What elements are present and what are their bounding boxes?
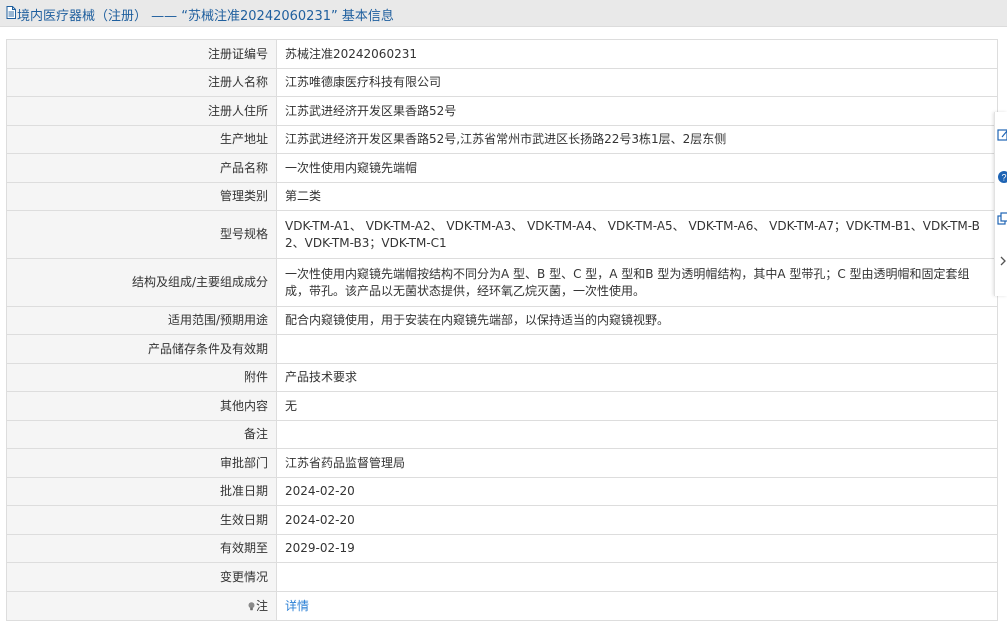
table-row: 产品储存条件及有效期	[6, 334, 998, 364]
table-row: 有效期至 2029-02-19	[6, 534, 998, 563]
svg-text:?: ?	[1001, 173, 1006, 183]
row-label-changes: 变更情况	[6, 562, 277, 592]
row-value-model-spec: VDK-TM-A1、 VDK-TM-A2、 VDK-TM-A3、 VDK-TM-…	[276, 210, 998, 259]
row-label-other-content: 其他内容	[6, 391, 277, 421]
details-link[interactable]: 详情	[285, 599, 309, 613]
help-icon[interactable]: ?	[997, 170, 1007, 184]
row-value-attachment: 产品技术要求	[276, 363, 998, 392]
row-label-note: 注	[6, 591, 277, 621]
row-label-approval-date: 批准日期	[6, 477, 277, 506]
chevron-right-icon[interactable]	[997, 254, 1007, 268]
row-label-valid-until: 有效期至	[6, 534, 277, 563]
table-row: 结构及组成/主要组成成分 一次性使用内窥镜先端帽按结构不同分为A 型、B 型、C…	[6, 258, 998, 307]
row-label-registration-number: 注册证编号	[6, 39, 277, 69]
document-icon	[6, 6, 16, 19]
row-value-remarks	[276, 420, 998, 449]
table-row: 审批部门 江苏省药品监督管理局	[6, 448, 998, 478]
table-row: 适用范围/预期用途 配合内窥镜使用，用于安装在内窥镜先端部，以保持适当的内窥镜视…	[6, 306, 998, 335]
note-label: 注	[255, 598, 268, 613]
row-label-effective-date: 生效日期	[6, 505, 277, 535]
row-value-structure-composition: 一次性使用内窥镜先端帽按结构不同分为A 型、B 型、C 型，A 型和B 型为透明…	[276, 258, 998, 307]
row-label-attachment: 附件	[6, 363, 277, 392]
table-row: 变更情况	[6, 562, 998, 592]
table-row: 管理类别 第二类	[6, 182, 998, 211]
table-row: 注册人名称 江苏唯德康医疗科技有限公司	[6, 68, 998, 97]
page-header: 境内医疗器械（注册） —— “苏械注准20242060231” 基本信息	[0, 0, 1007, 27]
row-value-approval-department: 江苏省药品监督管理局	[276, 448, 998, 478]
row-value-changes	[276, 562, 998, 592]
row-value-approval-date: 2024-02-20	[276, 477, 998, 506]
table-row: 附件 产品技术要求	[6, 363, 998, 392]
lightbulb-icon	[248, 601, 255, 610]
table-row: 其他内容 无	[6, 391, 998, 421]
row-label-structure-composition: 结构及组成/主要组成成分	[6, 258, 277, 307]
table-row: 生产地址 江苏武进经济开发区果香路52号,江苏省常州市武进区长扬路22号3栋1层…	[6, 125, 998, 154]
row-value-intended-use: 配合内窥镜使用，用于安装在内窥镜先端部，以保持适当的内窥镜视野。	[276, 306, 998, 335]
row-value-effective-date: 2024-02-20	[276, 505, 998, 535]
row-label-production-address: 生产地址	[6, 125, 277, 154]
page-title: 境内医疗器械（注册） —— “苏械注准20242060231” 基本信息	[17, 9, 394, 24]
row-value-product-name: 一次性使用内窥镜先端帽	[276, 153, 998, 183]
row-label-registrant-name: 注册人名称	[6, 68, 277, 97]
edit-icon[interactable]	[997, 128, 1007, 142]
row-value-registration-number: 苏械注准20242060231	[276, 39, 998, 69]
table-row: 产品名称 一次性使用内窥镜先端帽	[6, 153, 998, 183]
table-row: 备注	[6, 420, 998, 449]
table-row: 注 详情	[6, 591, 998, 621]
row-value-management-category: 第二类	[276, 182, 998, 211]
copy-icon[interactable]	[997, 212, 1007, 226]
row-value-note: 详情	[276, 591, 998, 621]
row-value-registrant-name: 江苏唯德康医疗科技有限公司	[276, 68, 998, 97]
floating-sidebar: ?	[994, 112, 1007, 296]
row-label-management-category: 管理类别	[6, 182, 277, 211]
detail-table: 注册证编号 苏械注准20242060231 注册人名称 江苏唯德康医疗科技有限公…	[6, 39, 998, 621]
row-label-model-spec: 型号规格	[6, 210, 277, 259]
row-label-remarks: 备注	[6, 420, 277, 449]
row-label-product-name: 产品名称	[6, 153, 277, 183]
row-value-valid-until: 2029-02-19	[276, 534, 998, 563]
table-row: 型号规格 VDK-TM-A1、 VDK-TM-A2、 VDK-TM-A3、 VD…	[6, 210, 998, 259]
row-value-production-address: 江苏武进经济开发区果香路52号,江苏省常州市武进区长扬路22号3栋1层、2层东侧	[276, 125, 998, 154]
row-value-other-content: 无	[276, 391, 998, 421]
table-row: 生效日期 2024-02-20	[6, 505, 998, 535]
table-row: 注册人住所 江苏武进经济开发区果香路52号	[6, 96, 998, 126]
row-label-storage-validity: 产品储存条件及有效期	[6, 334, 277, 364]
table-row: 注册证编号 苏械注准20242060231	[6, 39, 998, 69]
row-label-approval-department: 审批部门	[6, 448, 277, 478]
row-label-registrant-address: 注册人住所	[6, 96, 277, 126]
table-row: 批准日期 2024-02-20	[6, 477, 998, 506]
row-value-registrant-address: 江苏武进经济开发区果香路52号	[276, 96, 998, 126]
row-value-storage-validity	[276, 334, 998, 364]
row-label-intended-use: 适用范围/预期用途	[6, 306, 277, 335]
